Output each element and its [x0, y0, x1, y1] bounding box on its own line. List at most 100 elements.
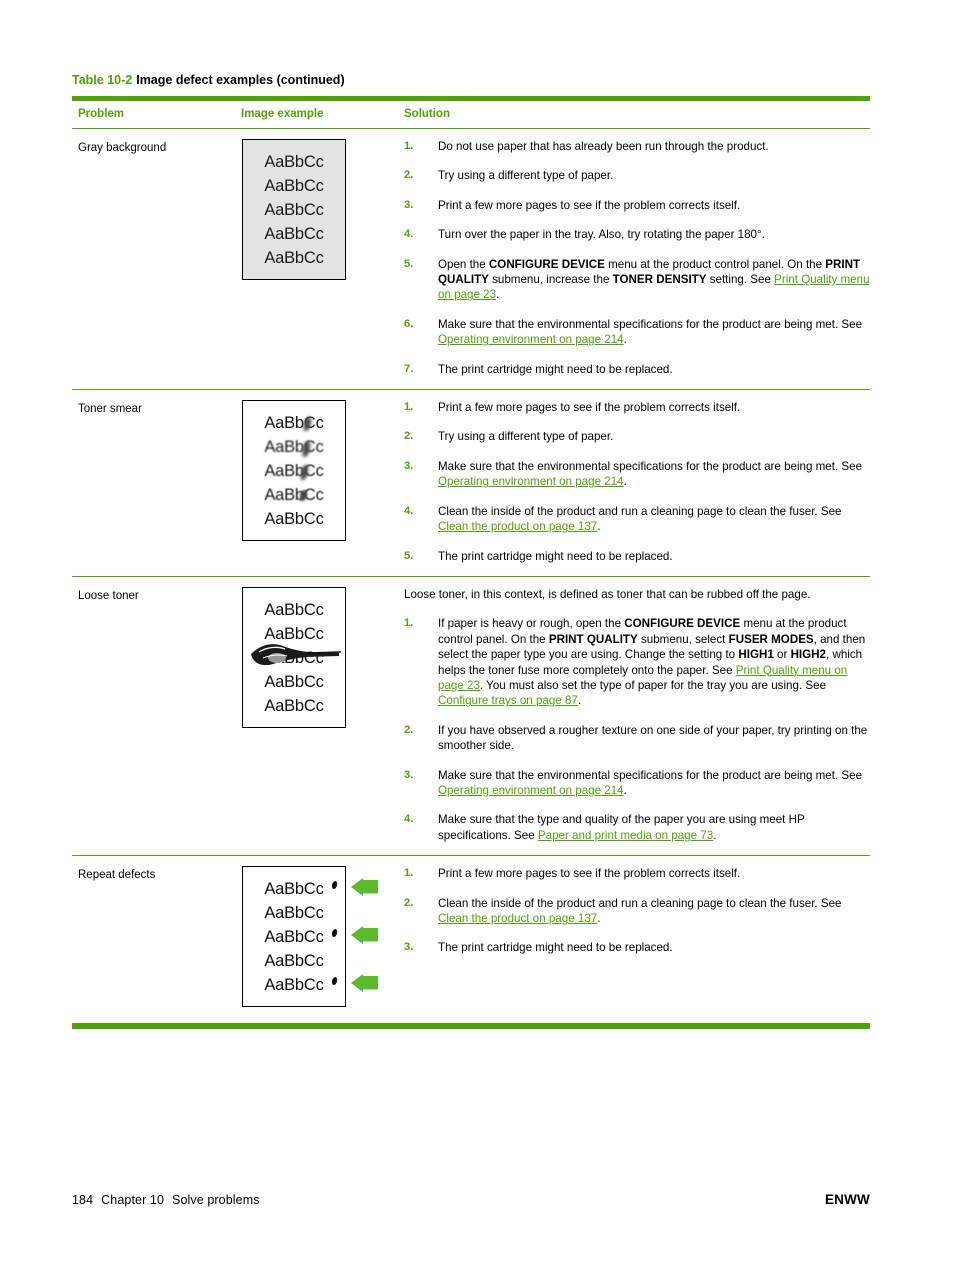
solution-step: 1. Do not use paper that has already been…	[404, 139, 870, 154]
solution-step: 6. Make sure that the environmental speci…	[404, 317, 870, 348]
step-number: 7.	[404, 362, 414, 375]
step-number: 5.	[404, 257, 414, 270]
cross-reference-link[interactable]: Operating environment on page 214	[438, 333, 624, 346]
step-text: Print a few more pages to see if the pro…	[438, 401, 741, 415]
problem-label: Toner smear	[78, 403, 142, 416]
solution-step: 2. Clean the inside of the product and ru…	[404, 896, 870, 927]
table-caption-text: Image defect examples (continued)	[136, 73, 345, 87]
step-number: 2.	[404, 430, 414, 443]
step-number: 1.	[404, 867, 414, 880]
cross-reference-link[interactable]: Configure trays on page 87	[438, 694, 578, 707]
solution-step: 2. If you have observed a rougher texture…	[404, 723, 870, 754]
sample-text-line: AaBbCc	[264, 414, 324, 433]
solution-step: 3. The print cartridge might need to be r…	[404, 940, 870, 955]
defect-callout-arrow	[349, 878, 379, 897]
sample-text-line: AaBbCc	[264, 624, 324, 643]
step-text: Turn over the paper in the tray. Also, t…	[438, 228, 765, 242]
solution-step: 1. Print a few more pages to see if the p…	[404, 866, 870, 881]
problem-label: Loose toner	[78, 589, 139, 602]
step-text: Clean the inside of the product and run …	[438, 896, 842, 925]
cell-image-example: AaBbCc AaBbCc AaBbCc AaBbCc AaBbCc	[235, 128, 398, 391]
sample-text-line: AaBbCc	[264, 438, 324, 457]
step-text: If you have observed a rougher texture o…	[438, 723, 868, 753]
green-arrow-icon	[351, 974, 378, 993]
cross-reference-link[interactable]: Paper and print media on page 73	[538, 829, 713, 842]
step-number: 4.	[404, 228, 414, 241]
problem-label: Repeat defects	[78, 869, 156, 882]
sample-text-line: AaBbCc	[264, 952, 324, 971]
solution-step: 3. Make sure that the environmental speci…	[404, 459, 870, 490]
step-number: 1.	[404, 140, 414, 152]
solution-step: 4. Turn over the paper in the tray. Also,…	[404, 227, 870, 242]
step-number: 2.	[404, 896, 414, 909]
solution-step: 7. The print cartridge might need to be r…	[404, 362, 870, 377]
table-caption: Table 10-2 Image defect examples (continu…	[72, 72, 345, 88]
step-number: 1.	[404, 617, 414, 630]
table-caption-number: Table 10-2	[72, 73, 133, 87]
problem-label: Gray background	[78, 142, 167, 154]
cross-reference-link[interactable]: Clean the product on page 137	[438, 520, 597, 533]
sample-text-line: AaBbCc	[264, 880, 324, 899]
step-text: Do not use paper that has already been r…	[438, 140, 769, 153]
step-number: 3.	[404, 459, 414, 472]
table-head: Problem Image example Solution	[72, 96, 870, 129]
sample-text-line: AaBbCc	[264, 976, 324, 995]
solution-step: 2. Try using a different type of paper.	[404, 429, 870, 444]
solution-step: 1. Print a few more pages to see if the p…	[404, 400, 870, 415]
column-header-solution: Solution	[398, 101, 870, 129]
solution-intro: Loose toner, in this context, is defined…	[404, 587, 811, 601]
column-header-problem: Problem	[72, 101, 235, 129]
cell-image-example: AaBbCc AaBbCc AaBbCc AaBbCc AaBbCc	[235, 856, 398, 1020]
table-row: Repeat defects AaBbCc AaBbCc AaBbCc AaBbCc Aa…	[72, 856, 870, 1020]
cell-problem: Repeat defects	[72, 856, 235, 1020]
solution-step: 4. Clean the inside of the product and ru…	[404, 504, 870, 535]
sample-image-toner-smear: AaBbCc AaBbCc AaBbCc AaBbCc AaBbCc	[242, 400, 346, 542]
defect-callout-arrow	[349, 974, 379, 993]
solution-step-list: 1. If paper is heavy or rough, open the C…	[404, 616, 870, 843]
step-number: 4.	[404, 813, 414, 826]
image-defect-table: Problem Image example Solution Gray back…	[72, 96, 870, 1019]
cell-solution: 1. Print a few more pages to see if the p…	[398, 389, 870, 577]
page-footer: 184 Chapter 10 Solve problems ENWW	[72, 1192, 870, 1208]
sample-text-line: AaBbCc	[264, 177, 324, 195]
step-text: The print cartridge might need to be rep…	[438, 362, 673, 376]
step-text: Make sure that the environmental specifi…	[438, 459, 863, 489]
cell-image-example: AaBbCc AaBbCc AaBbCc AaBbCc AaBbCc	[235, 576, 398, 857]
table-bottom-rule	[72, 1023, 870, 1029]
table-header-row: Problem Image example Solution	[72, 101, 870, 129]
cross-reference-link[interactable]: Clean the product on page 137	[438, 912, 597, 925]
solution-step-list: 1. Do not use paper that has already been…	[404, 139, 870, 377]
cross-reference-link[interactable]: Print Quality menu on page 23	[438, 664, 847, 692]
step-number: 3.	[404, 941, 414, 954]
step-text: The print cartridge might need to be rep…	[438, 941, 673, 955]
column-header-image-example: Image example	[235, 101, 398, 129]
step-text: Open the CONFIGURE DEVICE menu at the pr…	[438, 257, 870, 302]
sample-text-line: AaBbCc	[264, 249, 324, 267]
footer-chapter: Chapter 10	[101, 1193, 165, 1207]
step-text: Print a few more pages to see if the pro…	[438, 867, 741, 881]
step-number: 4.	[404, 504, 414, 517]
step-number: 3.	[404, 768, 414, 781]
sample-text-line: AaBbCc	[264, 510, 324, 529]
footer-chapter-title: Solve problems	[172, 1193, 260, 1207]
sample-text-line: AaBbCc	[264, 904, 324, 923]
cross-reference-link[interactable]: Operating environment on page 214	[438, 784, 624, 797]
cell-image-example: AaBbCc AaBbCc AaBbCc AaBbCc AaBbCc	[235, 389, 398, 577]
sample-image-repeat-defects: AaBbCc AaBbCc AaBbCc AaBbCc AaBbCc	[242, 866, 378, 1008]
solution-step-list: 1. Print a few more pages to see if the p…	[404, 400, 870, 564]
step-text: If paper is heavy or rough, open the CON…	[438, 617, 866, 708]
sample-text-line: AaBbCc	[264, 201, 324, 219]
step-text: Make sure that the type and quality of t…	[438, 813, 805, 842]
sample-text-line: AaBbCc	[264, 648, 324, 667]
step-text: Clean the inside of the product and run …	[438, 504, 842, 534]
solution-step: 3. Make sure that the environmental speci…	[404, 768, 870, 799]
cell-solution: 1. Print a few more pages to see if the p…	[398, 856, 870, 1020]
footer-locale: ENWW	[824, 1192, 870, 1207]
step-number: 2.	[404, 723, 414, 736]
cross-reference-link[interactable]: Operating environment on page 214	[438, 475, 624, 488]
cell-solution: Loose toner, in this context, is defined…	[398, 576, 870, 857]
solution-step: 5. The print cartridge might need to be r…	[404, 549, 870, 564]
document-page: Table 10-2 Image defect examples (continu…	[0, 0, 954, 1270]
step-text: The print cartridge might need to be rep…	[438, 549, 673, 563]
sample-text-line: AaBbCc	[264, 486, 324, 505]
